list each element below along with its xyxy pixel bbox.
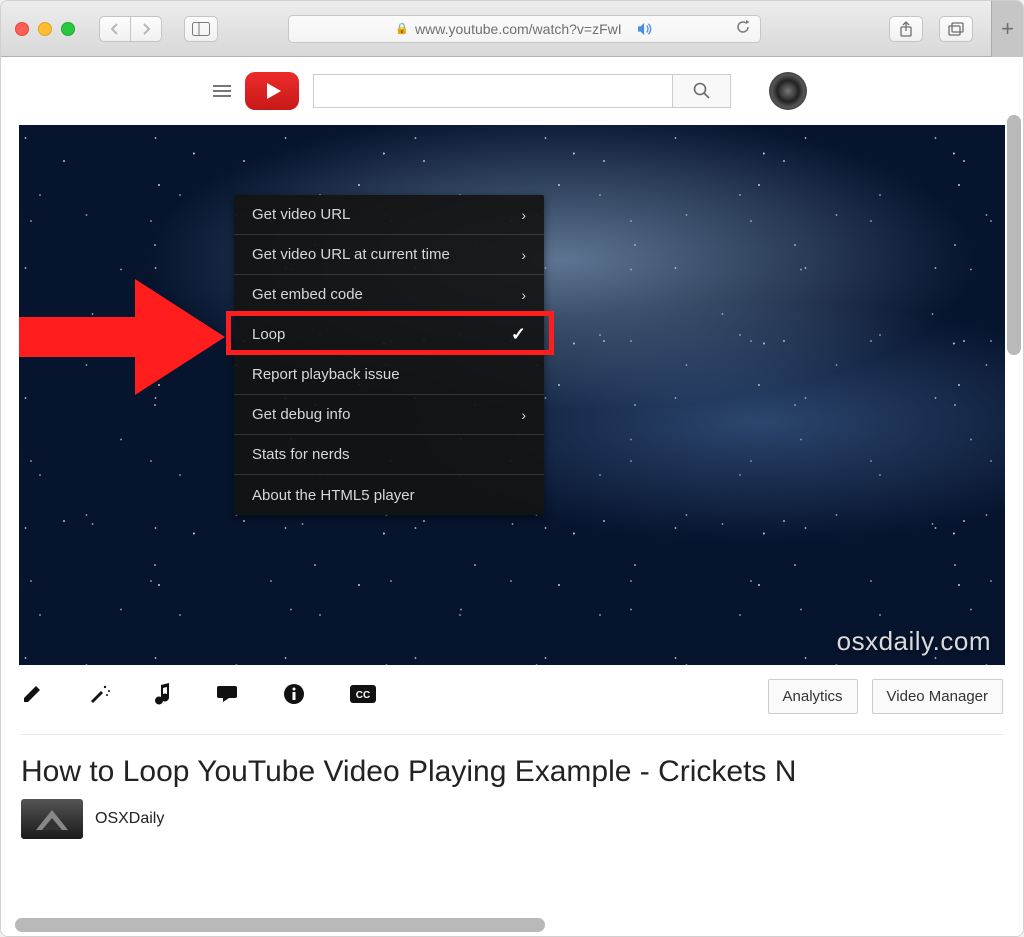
svg-text:CC: CC [356,690,370,701]
analytics-button[interactable]: Analytics [768,679,858,714]
captions-icon[interactable]: CC [349,684,377,710]
vertical-scrollbar[interactable] [1007,115,1021,355]
browser-title-bar: 🔒 www.youtube.com/watch?v=zFwI + [1,1,1023,57]
lock-icon: 🔒 [395,22,409,35]
sidebar-icon [192,22,210,36]
menu-item-label: About the HTML5 player [252,487,415,504]
menu-item-label: Get video URL at current time [252,246,450,263]
safari-window: 🔒 www.youtube.com/watch?v=zFwI + [0,0,1024,937]
share-icon [899,21,913,37]
menu-item-label: Get embed code [252,286,363,303]
info-icon[interactable] [283,683,305,711]
menu-get-video-url[interactable]: Get video URL › [234,195,544,235]
url-text: www.youtube.com/watch?v=zFwI [415,21,622,37]
back-button[interactable] [99,16,131,42]
search-input[interactable] [313,74,673,108]
page-content: osxdaily.com Get video URL › Get video U… [1,57,1023,936]
chevron-right-icon: › [521,207,526,223]
menu-item-label: Stats for nerds [252,446,350,463]
window-controls [15,22,75,36]
menu-get-debug-info[interactable]: Get debug info › [234,395,544,435]
sound-icon[interactable] [636,22,654,36]
sidebar-toggle-button[interactable] [184,16,218,42]
channel-thumbnail[interactable] [21,799,83,839]
chevron-right-icon [141,23,151,35]
close-window-button[interactable] [15,22,29,36]
user-avatar[interactable] [769,72,807,110]
search-button[interactable] [673,74,731,108]
plus-icon: + [1001,16,1014,42]
channel-name[interactable]: OSXDaily [95,810,164,828]
menu-get-video-url-time[interactable]: Get video URL at current time › [234,235,544,275]
annotations-icon[interactable] [215,684,239,710]
forward-button[interactable] [130,16,162,42]
edit-icon[interactable] [21,683,43,711]
horizontal-scrollbar[interactable] [15,918,545,932]
menu-loop[interactable]: Loop ✓ [234,315,544,355]
checkmark-icon: ✓ [511,324,526,345]
new-tab-button[interactable]: + [991,1,1023,57]
video-title: How to Loop YouTube Video Playing Exampl… [1,745,1023,795]
channel-row: OSXDaily [1,795,1023,843]
video-player[interactable]: osxdaily.com Get video URL › Get video U… [19,125,1005,665]
youtube-header [1,57,1023,125]
divider [21,734,1003,735]
menu-stats-for-nerds[interactable]: Stats for nerds [234,435,544,475]
menu-item-label: Get debug info [252,406,350,423]
chevron-right-icon: › [521,247,526,263]
share-button[interactable] [889,16,923,42]
video-action-bar: CC Analytics Video Manager [1,665,1023,728]
tabs-button[interactable] [939,16,973,42]
enhance-icon[interactable] [87,683,111,711]
address-bar[interactable]: 🔒 www.youtube.com/watch?v=zFwI [288,15,761,43]
reload-button[interactable] [736,20,750,37]
watermark-text: osxdaily.com [837,626,991,657]
menu-item-label: Get video URL [252,206,350,223]
search-icon [693,82,711,100]
video-context-menu: Get video URL › Get video URL at current… [234,195,544,515]
maximize-window-button[interactable] [61,22,75,36]
menu-button[interactable] [213,85,231,97]
audio-icon[interactable] [155,683,171,711]
menu-item-label: Report playback issue [252,366,400,383]
menu-about-html5[interactable]: About the HTML5 player [234,475,544,515]
chevron-right-icon: › [521,287,526,303]
menu-item-label: Loop [252,326,285,343]
tabs-icon [948,22,964,36]
play-icon [267,83,281,99]
chevron-left-icon [110,23,120,35]
minimize-window-button[interactable] [38,22,52,36]
chevron-right-icon: › [521,407,526,423]
video-manager-button[interactable]: Video Manager [872,679,1003,714]
youtube-logo[interactable] [245,72,299,110]
menu-get-embed-code[interactable]: Get embed code › [234,275,544,315]
reload-icon [736,20,750,34]
menu-report-playback[interactable]: Report playback issue [234,355,544,395]
